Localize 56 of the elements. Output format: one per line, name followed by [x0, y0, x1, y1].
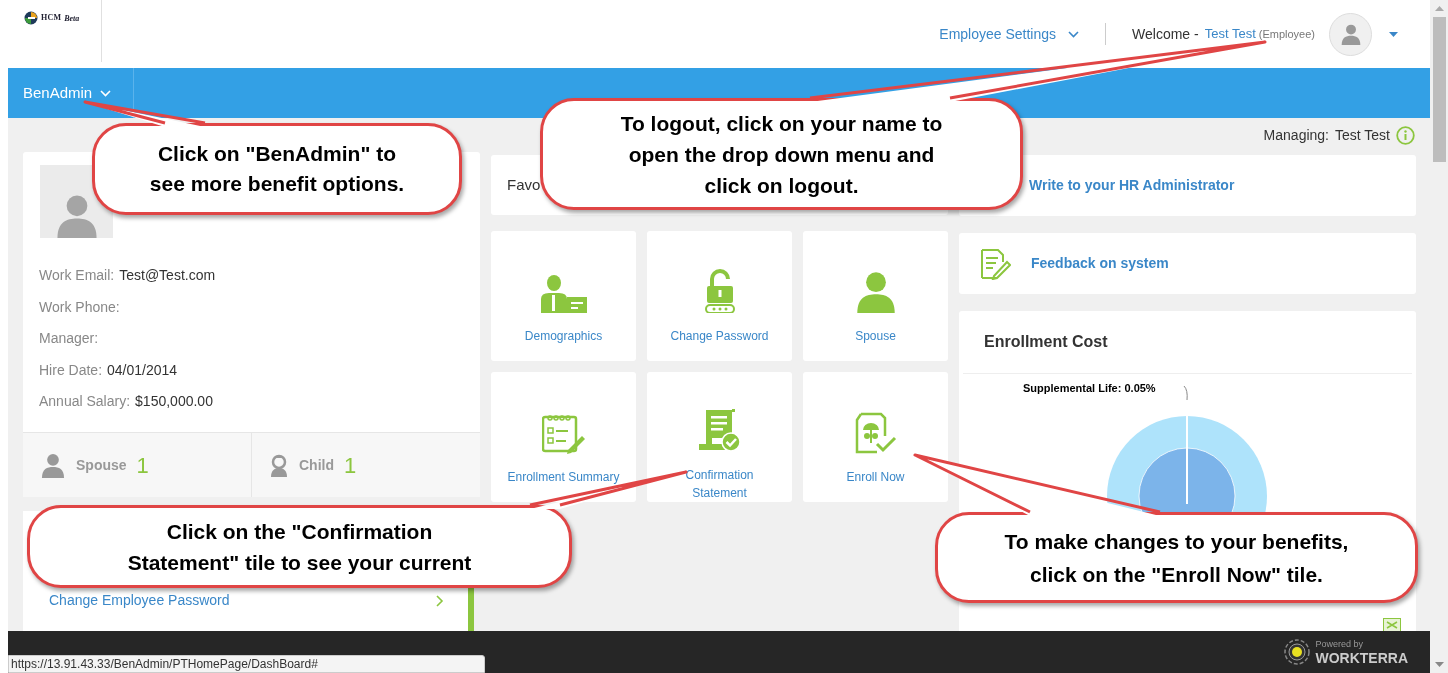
document-check-icon — [697, 408, 742, 452]
user-name-link[interactable]: Test Test — [1204, 24, 1256, 44]
dependent-label: Child — [299, 455, 334, 475]
field-label: Manager: — [39, 329, 99, 349]
scroll-down-icon[interactable] — [1434, 662, 1444, 667]
person-icon — [1339, 23, 1362, 45]
checklist-pencil-icon — [541, 414, 586, 454]
powered-by-text: Powered by — [1315, 639, 1364, 649]
chevron-icon — [1068, 30, 1080, 38]
managing-label: Managing: — [1263, 125, 1329, 145]
tile[interactable]: Enroll Now — [803, 372, 948, 502]
dependent-count: 1 — [136, 451, 149, 480]
beta-label: Beta — [64, 13, 80, 25]
tile[interactable]: Spouse — [803, 231, 948, 361]
document-pen-icon — [979, 247, 1011, 280]
field-label: Hire Date: — [39, 360, 103, 380]
welcome-text: Welcome - — [1132, 24, 1199, 44]
field-value: Test@Test.com — [119, 266, 216, 286]
chevron-right-icon — [436, 594, 444, 607]
user-role-text: (Employee) — [1258, 26, 1315, 42]
chevron-icon — [100, 89, 112, 97]
change-password-link[interactable]: Change Employee Password — [23, 590, 468, 611]
chart-label: Supplemental Life: 0.05% — [1023, 381, 1156, 396]
child-icon — [269, 453, 289, 477]
field-label: Work Phone: — [39, 297, 120, 317]
dropdown-caret-icon[interactable] — [1389, 31, 1398, 37]
action-link[interactable]: Write to your HR Administrator — [1029, 175, 1235, 196]
logo-icon — [24, 11, 38, 25]
dependent-count: 1 — [344, 451, 357, 480]
field-value: 04/01/2014 — [107, 360, 178, 380]
workterra-logo-icon — [1284, 639, 1311, 665]
expand-icon[interactable] — [1383, 618, 1401, 631]
logo-text: HCM — [41, 12, 62, 24]
action-link[interactable]: Feedback on system — [1031, 253, 1169, 274]
document-umbrella-check-icon — [854, 412, 897, 454]
person-card-icon — [540, 273, 587, 313]
brand-text: WORKTERRA — [1315, 650, 1408, 665]
info-icon[interactable] — [1396, 125, 1415, 145]
tile[interactable]: Confirmation Statement — [647, 372, 792, 502]
field-value: $150,000.00 — [135, 392, 213, 412]
favorites-title: Favo — [507, 174, 541, 195]
status-url: https://13.91.43.33/BenAdmin/PTHomePage/DashBoard# — [8, 655, 485, 673]
tile[interactable]: Demographics — [491, 231, 636, 361]
scroll-up-icon[interactable] — [1434, 6, 1444, 11]
padlock-icon — [703, 269, 736, 313]
field-label: Annual Salary: — [39, 392, 131, 412]
avatar[interactable] — [1329, 12, 1372, 56]
scroll-thumb[interactable] — [1432, 17, 1446, 162]
card-title: Enrollment Cost — [984, 332, 1108, 352]
dependent-label: Spouse — [76, 455, 127, 475]
person-icon — [40, 452, 66, 478]
field-label: Work Email: — [39, 266, 115, 286]
managing-name: Test Test — [1335, 125, 1390, 145]
callout-bubble: To logout, click on your name to open the drop down menu and click on logout. — [540, 98, 1023, 210]
tile[interactable]: Change Password — [647, 231, 792, 361]
employee-settings-menu[interactable]: Employee Settings — [939, 23, 1080, 45]
